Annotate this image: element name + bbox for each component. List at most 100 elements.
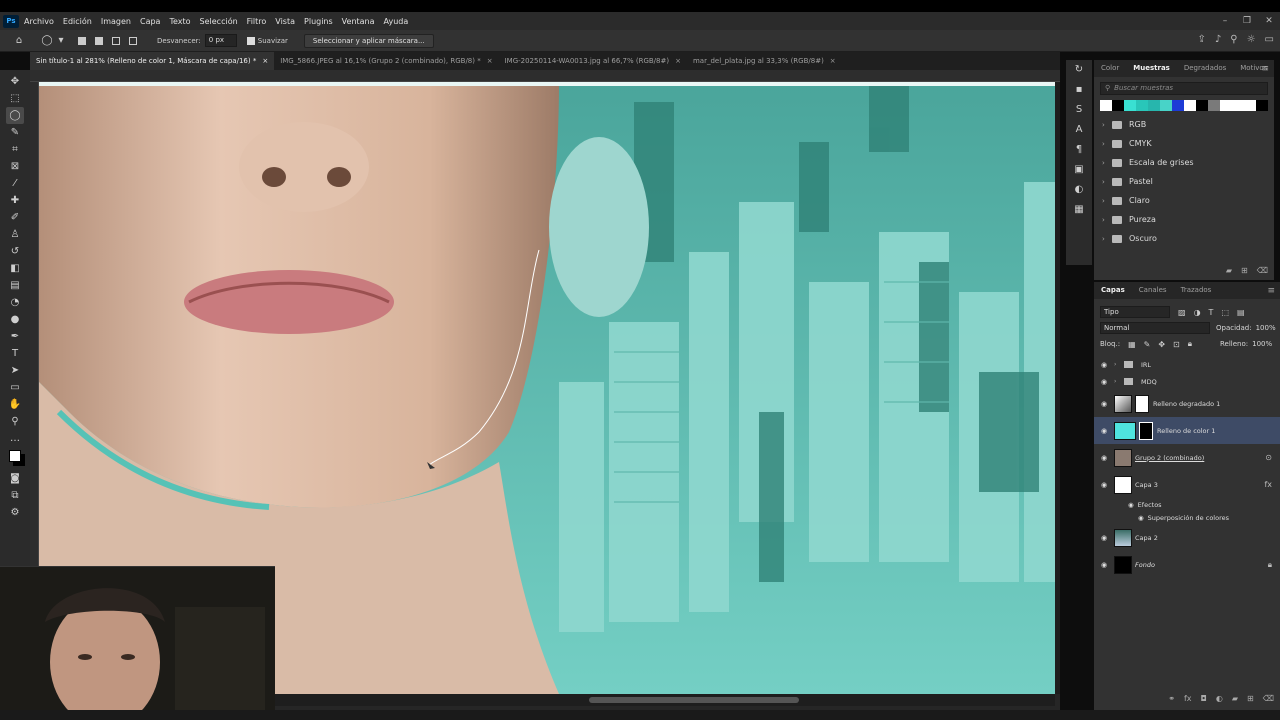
layer-capa-3[interactable]: ◉ Capa 3 fx — [1094, 471, 1280, 498]
trash-icon[interactable]: ⌫ — [1263, 694, 1274, 710]
color-swatch[interactable] — [1136, 100, 1148, 111]
lasso-tool-icon[interactable]: ◯ — [6, 107, 24, 124]
screen-mode-icon[interactable]: ⧉ — [6, 487, 24, 504]
folder-claro[interactable]: › Claro — [1094, 191, 1274, 210]
folder-cmyk[interactable]: › CMYK — [1094, 134, 1274, 153]
layer-fondo[interactable]: ◉ Fondo 🔒︎ — [1094, 551, 1280, 578]
menu-edicion[interactable]: Edición — [63, 17, 92, 26]
smooth-checkbox[interactable] — [246, 36, 255, 45]
paragraph-icon[interactable]: ¶ — [1076, 144, 1082, 155]
quick-mask-icon[interactable]: ◙ — [6, 470, 24, 487]
chevron-right-icon[interactable]: › — [1114, 378, 1124, 385]
share-icon[interactable]: ⇪ — [1197, 34, 1205, 45]
gradient-tool-icon[interactable]: ▤ — [6, 277, 24, 294]
layer-color-fill[interactable]: ◉ Relleno de color 1 — [1094, 417, 1280, 444]
hand-tool-icon[interactable]: ✋ — [6, 396, 24, 413]
adjustments-icon[interactable]: ◐ — [1075, 184, 1084, 195]
layer-mask-thumbnail[interactable] — [1135, 394, 1149, 413]
effects-row[interactable]: ◉ Efectos — [1094, 498, 1280, 511]
menu-ayuda[interactable]: Ayuda — [384, 17, 409, 26]
rectangle-tool-icon[interactable]: ▭ — [6, 379, 24, 396]
close-icon[interactable]: × — [487, 57, 493, 65]
pixel-filter-icon[interactable]: ▨ — [1178, 308, 1186, 317]
brush-tool-icon[interactable]: ✐ — [6, 209, 24, 226]
history-icon[interactable]: ↻ — [1075, 64, 1083, 75]
color-swatch[interactable] — [1100, 100, 1112, 111]
scroll-thumb[interactable] — [589, 697, 799, 703]
quick-selection-tool-icon[interactable]: ✎ — [6, 124, 24, 141]
character-icon[interactable]: A — [1076, 124, 1083, 135]
chevron-right-icon[interactable]: › — [1114, 361, 1124, 368]
layer-mask-thumbnail[interactable] — [1139, 421, 1153, 440]
eye-icon[interactable]: ◉ — [1094, 534, 1114, 542]
tab-img-5866[interactable]: IMG_5866.JPEG al 16,1% (Grupo 2 (combina… — [274, 52, 498, 70]
menu-ventana[interactable]: Ventana — [342, 17, 375, 26]
close-icon[interactable]: ✕ — [1258, 12, 1280, 30]
tab-sin-titulo[interactable]: Sin título-1 al 281% (Relleno de color 1… — [30, 52, 275, 70]
trash-icon[interactable]: ⌫ — [1257, 266, 1268, 280]
move-tool-icon[interactable]: ✥ — [6, 73, 24, 90]
layer-capa-2[interactable]: ◉ Capa 2 — [1094, 524, 1280, 551]
artboard-icon[interactable]: ⚙ — [6, 504, 24, 521]
menu-seleccion[interactable]: Selección — [200, 17, 238, 26]
effect-color-overlay[interactable]: ◉ Superposición de colores — [1094, 511, 1280, 524]
blend-mode-select[interactable]: Normal — [1100, 322, 1210, 334]
path-selection-icon[interactable]: ➤ — [6, 362, 24, 379]
frame-tool-icon[interactable]: ⊠ — [6, 158, 24, 175]
chevron-down-icon[interactable]: ▾ — [54, 34, 68, 48]
subtract-selection-icon[interactable] — [112, 36, 120, 45]
stamp-tool-icon[interactable]: ♙ — [6, 226, 24, 243]
close-icon[interactable]: × — [675, 57, 681, 65]
blur-tool-icon[interactable]: ◔ — [6, 294, 24, 311]
lock-move-icon[interactable]: ✥ — [1158, 340, 1165, 349]
add-mask-icon[interactable]: ◘ — [1201, 694, 1207, 710]
color-swatch[interactable] — [1244, 100, 1256, 111]
layer-filter-select[interactable]: Tipo — [1100, 306, 1170, 318]
new-layer-icon[interactable]: ⊞ — [1247, 694, 1254, 710]
styles-icon[interactable]: S — [1076, 104, 1082, 115]
lock-artboard-icon[interactable]: ⊡ — [1173, 340, 1180, 349]
workspace-icon[interactable]: ▭ — [1265, 34, 1274, 45]
layer-grupo-2[interactable]: ◉ Grupo 2 (combinado) ⊙ — [1094, 444, 1280, 471]
tab-capas[interactable]: Capas — [1094, 282, 1132, 299]
lock-pixels-icon[interactable]: ▦ — [1128, 340, 1136, 349]
menu-imagen[interactable]: Imagen — [101, 17, 131, 26]
eye-icon[interactable]: ◉ — [1094, 378, 1114, 386]
shape-filter-icon[interactable]: ⬚ — [1221, 308, 1229, 317]
type-tool-icon[interactable]: T — [6, 345, 24, 362]
folder-rgb[interactable]: › RGB — [1094, 115, 1274, 134]
more-tools-icon[interactable]: … — [6, 430, 24, 447]
minimize-icon[interactable]: – — [1214, 12, 1236, 30]
restore-icon[interactable]: ❐ — [1236, 12, 1258, 30]
select-and-mask-button[interactable]: Seleccionar y aplicar máscara... — [303, 33, 434, 48]
color-swatch[interactable] — [1220, 100, 1232, 111]
adjustment-filter-icon[interactable]: ◑ — [1194, 308, 1201, 317]
layer-mdq[interactable]: ◉ › MDQ — [1094, 373, 1280, 390]
eye-icon[interactable]: ◉ — [1094, 561, 1114, 569]
panel-menu-icon[interactable]: ≡ — [1267, 286, 1275, 296]
menu-archivo[interactable]: Archivo — [24, 17, 54, 26]
adjustment-layer-icon[interactable]: ◐ — [1216, 694, 1223, 710]
eye-icon[interactable]: ◉ — [1128, 501, 1134, 509]
folder-pastel[interactable]: › Pastel — [1094, 172, 1274, 191]
menu-capa[interactable]: Capa — [140, 17, 160, 26]
healing-brush-icon[interactable]: ✚ — [6, 192, 24, 209]
add-selection-icon[interactable] — [95, 36, 103, 45]
close-icon[interactable]: × — [830, 57, 836, 65]
swatch-search-input[interactable]: ⚲ Buscar muestras — [1100, 82, 1268, 95]
vertical-scrollbar[interactable] — [1055, 82, 1060, 694]
color-swatch[interactable] — [1208, 100, 1220, 111]
new-swatch-icon[interactable]: ⊞ — [1241, 266, 1248, 280]
tab-canales[interactable]: Canales — [1132, 282, 1174, 299]
new-group-icon[interactable]: ▰ — [1232, 694, 1238, 710]
layer-gradient-fill[interactable]: ◉ Relleno degradado 1 — [1094, 390, 1280, 417]
eye-icon[interactable]: ◉ — [1094, 454, 1114, 462]
smart-filter-icon[interactable]: ▤ — [1237, 308, 1245, 317]
folder-oscuro[interactable]: › Oscuro — [1094, 229, 1274, 248]
zoom-tool-icon[interactable]: ⚲ — [6, 413, 24, 430]
intersect-selection-icon[interactable] — [129, 36, 137, 45]
color-swatch[interactable] — [1196, 100, 1208, 111]
fx-icon[interactable]: fx — [1264, 480, 1272, 489]
close-icon[interactable]: × — [262, 57, 268, 65]
lasso-icon[interactable]: ◯ — [40, 34, 54, 48]
